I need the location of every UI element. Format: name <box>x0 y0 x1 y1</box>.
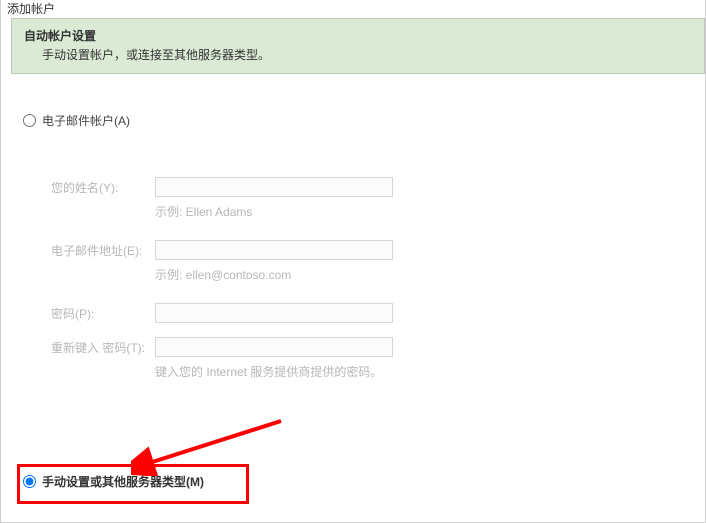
header-subtitle: 手动设置帐户，或连接至其他服务器类型。 <box>24 46 692 63</box>
row-retype-password: 重新键入 密码(T): <box>51 337 705 357</box>
hint-password: 键入您的 Internet 服务提供商提供的密码。 <box>155 361 382 380</box>
input-retype-password <box>155 337 393 357</box>
hint-name: 示例: Ellen Adams <box>155 201 252 220</box>
input-name <box>155 177 393 197</box>
radio-email-account-input[interactable] <box>23 114 36 127</box>
email-form-block: 您的姓名(Y): 示例: Ellen Adams 电子邮件地址(E): 示例: … <box>51 177 705 380</box>
window-title: 添加帐户 <box>1 0 705 18</box>
row-email: 电子邮件地址(E): <box>51 240 705 260</box>
input-password <box>155 303 393 323</box>
label-retype-password: 重新键入 密码(T): <box>51 339 155 356</box>
radio-manual-setup-label: 手动设置或其他服务器类型(M) <box>42 473 204 490</box>
hint-row-email: 示例: ellen@contoso.com <box>51 264 705 283</box>
annotation-arrow-icon <box>131 416 291 476</box>
radio-email-account[interactable]: 电子邮件帐户(A) <box>23 112 705 129</box>
row-name: 您的姓名(Y): <box>51 177 705 197</box>
body-area: 电子邮件帐户(A) 您的姓名(Y): 示例: Ellen Adams 电子邮件地… <box>11 74 705 380</box>
hint-row-password: 键入您的 Internet 服务提供商提供的密码。 <box>51 361 705 380</box>
row-password: 密码(P): <box>51 303 705 323</box>
header-banner: 自动帐户设置 手动设置帐户，或连接至其他服务器类型。 <box>11 18 705 74</box>
manual-option-wrap: 手动设置或其他服务器类型(M) <box>23 473 204 490</box>
radio-manual-setup-input[interactable] <box>23 475 36 488</box>
input-email <box>155 240 393 260</box>
header-title: 自动帐户设置 <box>24 27 692 44</box>
content-area: 自动帐户设置 手动设置帐户，或连接至其他服务器类型。 电子邮件帐户(A) 您的姓… <box>11 18 705 522</box>
add-account-window: 添加帐户 自动帐户设置 手动设置帐户，或连接至其他服务器类型。 电子邮件帐户(A… <box>0 0 706 523</box>
label-email: 电子邮件地址(E): <box>51 242 155 259</box>
hint-row-name: 示例: Ellen Adams <box>51 201 705 220</box>
spacer-row-password <box>51 327 705 329</box>
radio-email-account-label: 电子邮件帐户(A) <box>42 112 130 129</box>
label-name: 您的姓名(Y): <box>51 179 155 196</box>
radio-manual-setup[interactable]: 手动设置或其他服务器类型(M) <box>23 473 204 490</box>
label-password: 密码(P): <box>51 305 155 322</box>
hint-email: 示例: ellen@contoso.com <box>155 264 291 283</box>
